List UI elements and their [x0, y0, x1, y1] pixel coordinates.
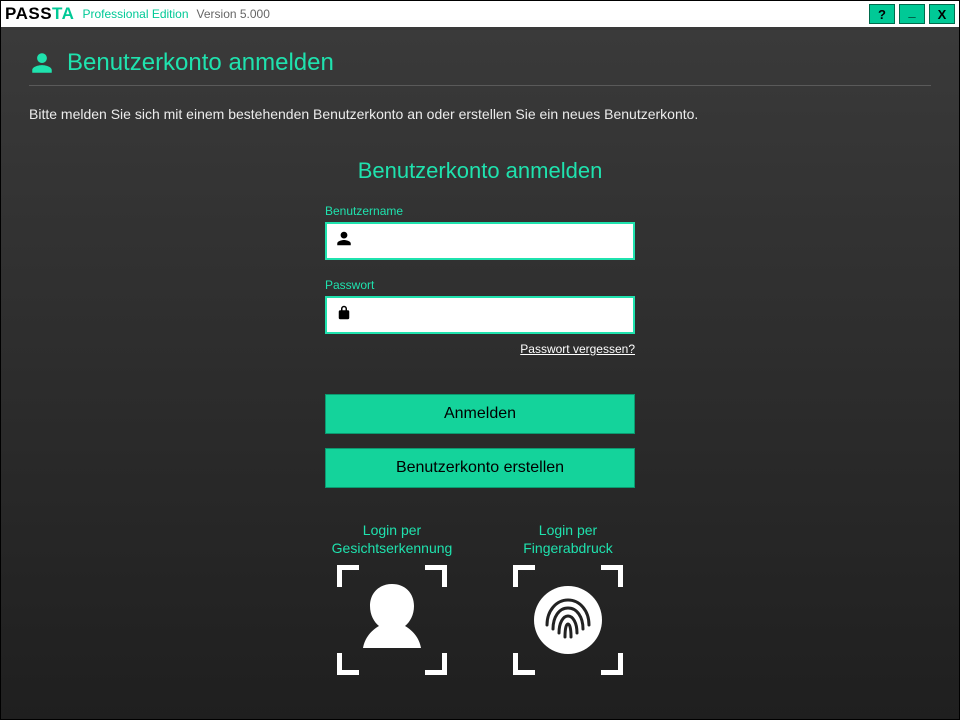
login-button[interactable]: Anmelden: [325, 394, 635, 434]
user-icon: [335, 230, 353, 253]
page-title: Benutzerkonto anmelden: [67, 49, 334, 77]
username-input[interactable]: [325, 222, 635, 260]
user-icon: [29, 50, 55, 76]
version-label: Version 5.000: [197, 7, 270, 21]
intro-text: Bitte melden Sie sich mit einem bestehen…: [29, 106, 931, 122]
face-login-button[interactable]: Login per Gesichtserkennung: [325, 522, 459, 675]
titlebar: PASSTA Professional Edition Version 5.00…: [1, 1, 959, 27]
face-login-label: Login per Gesichtserkennung: [325, 522, 459, 557]
help-button[interactable]: ?: [869, 4, 895, 24]
minimize-button[interactable]: _: [899, 4, 925, 24]
fingerprint-login-label: Login per Fingerabdruck: [501, 522, 635, 557]
login-form: Benutzerkonto anmelden Benutzername Pass…: [325, 158, 635, 675]
app-window: PASSTA Professional Edition Version 5.00…: [0, 0, 960, 720]
close-button[interactable]: X: [929, 4, 955, 24]
forgot-password-link[interactable]: Passwort vergessen?: [520, 342, 635, 356]
app-logo: PASSTA: [5, 4, 74, 24]
face-scan-icon: [337, 565, 447, 675]
login-section-title: Benutzerkonto anmelden: [325, 158, 635, 184]
create-account-button[interactable]: Benutzerkonto erstellen: [325, 448, 635, 488]
edition-label: Professional Edition: [82, 7, 188, 21]
username-label: Benutzername: [325, 204, 635, 218]
password-input[interactable]: [325, 296, 635, 334]
content-area: Benutzerkonto anmelden Bitte melden Sie …: [1, 27, 959, 719]
fingerprint-login-button[interactable]: Login per Fingerabdruck: [501, 522, 635, 675]
password-label: Passwort: [325, 278, 635, 292]
lock-icon: [335, 304, 353, 327]
fingerprint-scan-icon: [513, 565, 623, 675]
page-header: Benutzerkonto anmelden: [29, 49, 931, 86]
